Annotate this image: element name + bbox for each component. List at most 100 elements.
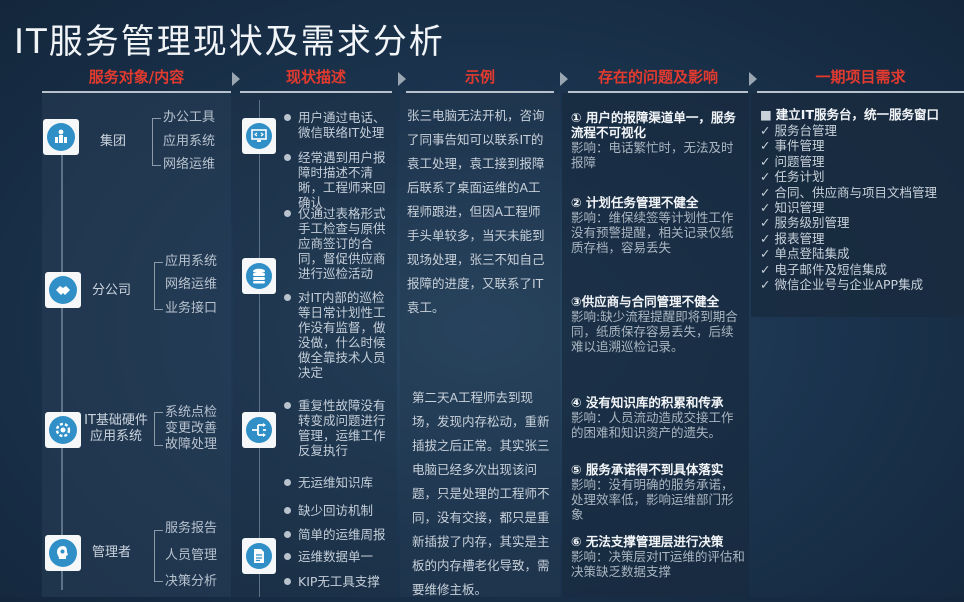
object-manager-item: 人员管理 bbox=[165, 548, 218, 563]
header-status: 现状描述 bbox=[285, 68, 346, 86]
header-issues: 存在的问题及影响 bbox=[597, 68, 718, 86]
check-icon: ✓ bbox=[760, 153, 775, 169]
status-text: KIP无工具支撑 bbox=[298, 574, 380, 589]
check-icon: ✓ bbox=[760, 246, 775, 262]
handshake-icon bbox=[45, 272, 81, 308]
check-icon: ✓ bbox=[760, 200, 775, 215]
bullet-dot bbox=[284, 578, 291, 585]
requirement-item: ✓ 微信企业号与企业APP集成 bbox=[760, 277, 923, 292]
issue-detail: 影响：人员流动造成交接工作的困难和知识资产的遗失。 bbox=[571, 410, 734, 440]
object-group-item: 网络运维 bbox=[163, 157, 216, 172]
bullet-dot bbox=[284, 114, 291, 121]
object-group-label: 集团 bbox=[100, 134, 127, 149]
object-bracket bbox=[152, 118, 161, 166]
issue-item: ① 用户的报障渠道单一，服务流程不可视化 影响：电话繁忙时，无法及时报障 bbox=[571, 110, 745, 170]
code-monitor-icon bbox=[242, 118, 276, 154]
requirement-item-text: 电子邮件及短信集成 bbox=[774, 261, 887, 277]
database-icon bbox=[242, 258, 276, 294]
requirement-item-text: 单点登陆集成 bbox=[774, 246, 850, 262]
object-manager-label: 管理者 bbox=[92, 545, 132, 560]
status-text: 用户通过电话、微信联络IT处理 bbox=[298, 110, 386, 140]
timeline-line bbox=[61, 150, 63, 590]
object-bracket bbox=[154, 530, 163, 582]
header-arrow bbox=[749, 72, 757, 86]
object-infra-label: IT基础硬件 应用系统 bbox=[84, 413, 148, 444]
square-bullet-icon: ■ bbox=[760, 107, 776, 122]
head-lightbulb-icon bbox=[45, 535, 81, 571]
requirement-item-text: 知识管理 bbox=[774, 200, 825, 215]
requirement-item: ✓ 合同、供应商与项目文档管理 bbox=[760, 185, 937, 200]
requirement-item: ✓ 问题管理 bbox=[760, 154, 824, 169]
status-item: 对IT内部的巡检等日常计划性工作没有监督，做没做，什么时候做全靠技术人员决定 bbox=[284, 290, 392, 380]
issue-title: ③供应商与合同管理不健全 bbox=[571, 294, 720, 309]
check-icon: ✓ bbox=[760, 230, 775, 246]
status-item: 经常遇到用户报障时描述不清晰，工程师来回确认 bbox=[284, 150, 392, 210]
issue-title: ① 用户的报障渠道单一，服务流程不可视化 bbox=[571, 110, 736, 140]
status-text: 仅通过表格形式手工检查与原供应商签订的合同，督促供应商进行巡检活动 bbox=[298, 206, 386, 281]
issue-detail: 影响：没有明确的服务承诺，处理效率低，影响运维部门形象 bbox=[571, 477, 734, 522]
object-group-item: 办公工具 bbox=[163, 110, 216, 125]
object-manager-item: 服务报告 bbox=[165, 521, 218, 536]
status-text: 经常遇到用户报障时描述不清晰，工程师来回确认 bbox=[298, 150, 386, 210]
check-icon: ✓ bbox=[760, 123, 775, 138]
issue-item: ④ 没有知识库的积累和传承 影响：人员流动造成交接工作的困难和知识资产的遗失。 bbox=[571, 395, 745, 440]
check-icon: ✓ bbox=[760, 184, 775, 200]
header-arrow bbox=[398, 72, 406, 86]
requirement-item-text: 问题管理 bbox=[774, 153, 825, 169]
example-text-1: 张三电脑无法开机，咨询了同事告知可以联系IT的袁工处理，袁工接到报障后联系了桌面… bbox=[407, 108, 545, 315]
requirement-item: ✓ 事件管理 bbox=[760, 138, 824, 153]
status-line bbox=[259, 100, 260, 597]
check-icon: ✓ bbox=[760, 169, 775, 185]
network-flow-icon bbox=[242, 412, 276, 448]
issue-title: ② 计划任务管理不健全 bbox=[571, 195, 699, 210]
issue-detail: 影响:缺少流程提醒即将到期合同，纸质保存容易丢失，后续难以追溯巡检记录。 bbox=[571, 309, 738, 354]
bullet-dot bbox=[284, 531, 291, 538]
status-item: 重复性故障没有转变成问题进行管理，运维工作反复执行 bbox=[284, 398, 392, 458]
status-text: 简单的运维周报 bbox=[298, 527, 386, 542]
requirement-item-text: 合同、供应商与项目文档管理 bbox=[774, 184, 937, 200]
status-text: 缺少回访机制 bbox=[298, 503, 374, 518]
issue-item: ② 计划任务管理不健全 影响：维保续签等计划性工作没有预警提醒，相关记录仅纸质存档… bbox=[571, 195, 745, 255]
object-branch-item: 应用系统 bbox=[165, 254, 218, 269]
object-manager-item: 决策分析 bbox=[165, 574, 218, 589]
issue-title: ④ 没有知识库的积累和传承 bbox=[571, 395, 724, 410]
header-example: 示例 bbox=[464, 68, 495, 86]
requirement-item: ✓ 任务计划 bbox=[760, 169, 824, 184]
status-item: 用户通过电话、微信联络IT处理 bbox=[284, 110, 392, 140]
requirement-item-text: 服务台管理 bbox=[774, 123, 837, 138]
bullet-dot bbox=[284, 402, 291, 409]
building-people-icon bbox=[43, 119, 79, 155]
object-infra-item: 变更改善 bbox=[165, 421, 218, 436]
requirement-item: ✓ 报表管理 bbox=[760, 231, 824, 246]
requirement-item-text: 微信企业号与企业APP集成 bbox=[774, 277, 924, 292]
requirement-heading: ■ 建立IT服务台，统一服务窗口 bbox=[760, 107, 939, 122]
header-arrow bbox=[560, 72, 568, 86]
requirement-item: ✓ 知识管理 bbox=[760, 200, 824, 215]
bullet-dot bbox=[284, 154, 291, 161]
bullet-dot bbox=[284, 479, 291, 486]
issue-detail: 影响：决策层对IT运维的评估和决策缺乏数据支撑 bbox=[571, 549, 745, 579]
status-item: 仅通过表格形式手工检查与原供应商签订的合同，督促供应商进行巡检活动 bbox=[284, 206, 392, 281]
page-title: IT服务管理现状及需求分析 bbox=[14, 22, 445, 62]
document-icon bbox=[242, 538, 276, 574]
requirement-item: ✓ 电子邮件及短信集成 bbox=[760, 262, 887, 277]
object-infra-item: 系统点检 bbox=[165, 405, 218, 420]
requirement-item: ✓ 单点登陆集成 bbox=[760, 246, 849, 261]
example-text-2: 第二天A工程师去到现场，发现内存松动，重新插拔之后正常。其实张三电脑已经多次出现… bbox=[412, 390, 550, 597]
requirement-heading-text: 建立IT服务台，统一服务窗口 bbox=[775, 107, 939, 122]
status-item: KIP无工具支撑 bbox=[284, 574, 392, 589]
header-arrow bbox=[232, 72, 240, 86]
requirement-item: ✓ 服务台管理 bbox=[760, 123, 837, 138]
issue-item: ⑥ 无法支撑管理层进行决策 影响：决策层对IT运维的评估和决策缺乏数据支撑 bbox=[571, 534, 745, 579]
status-text: 对IT内部的巡检等日常计划性工作没有监督，做没做，什么时候做全靠技术人员决定 bbox=[298, 290, 386, 380]
object-bracket bbox=[154, 412, 163, 446]
check-icon: ✓ bbox=[760, 277, 775, 292]
requirement-item: ✓ 服务级别管理 bbox=[760, 215, 849, 230]
object-branch-label: 分公司 bbox=[92, 283, 132, 298]
check-icon: ✓ bbox=[760, 138, 775, 154]
status-item: 无运维知识库 bbox=[284, 475, 392, 490]
status-item: 简单的运维周报 bbox=[284, 527, 392, 542]
bullet-dot bbox=[284, 507, 291, 514]
status-item: 缺少回访机制 bbox=[284, 503, 392, 518]
requirement-item-text: 事件管理 bbox=[774, 138, 825, 154]
